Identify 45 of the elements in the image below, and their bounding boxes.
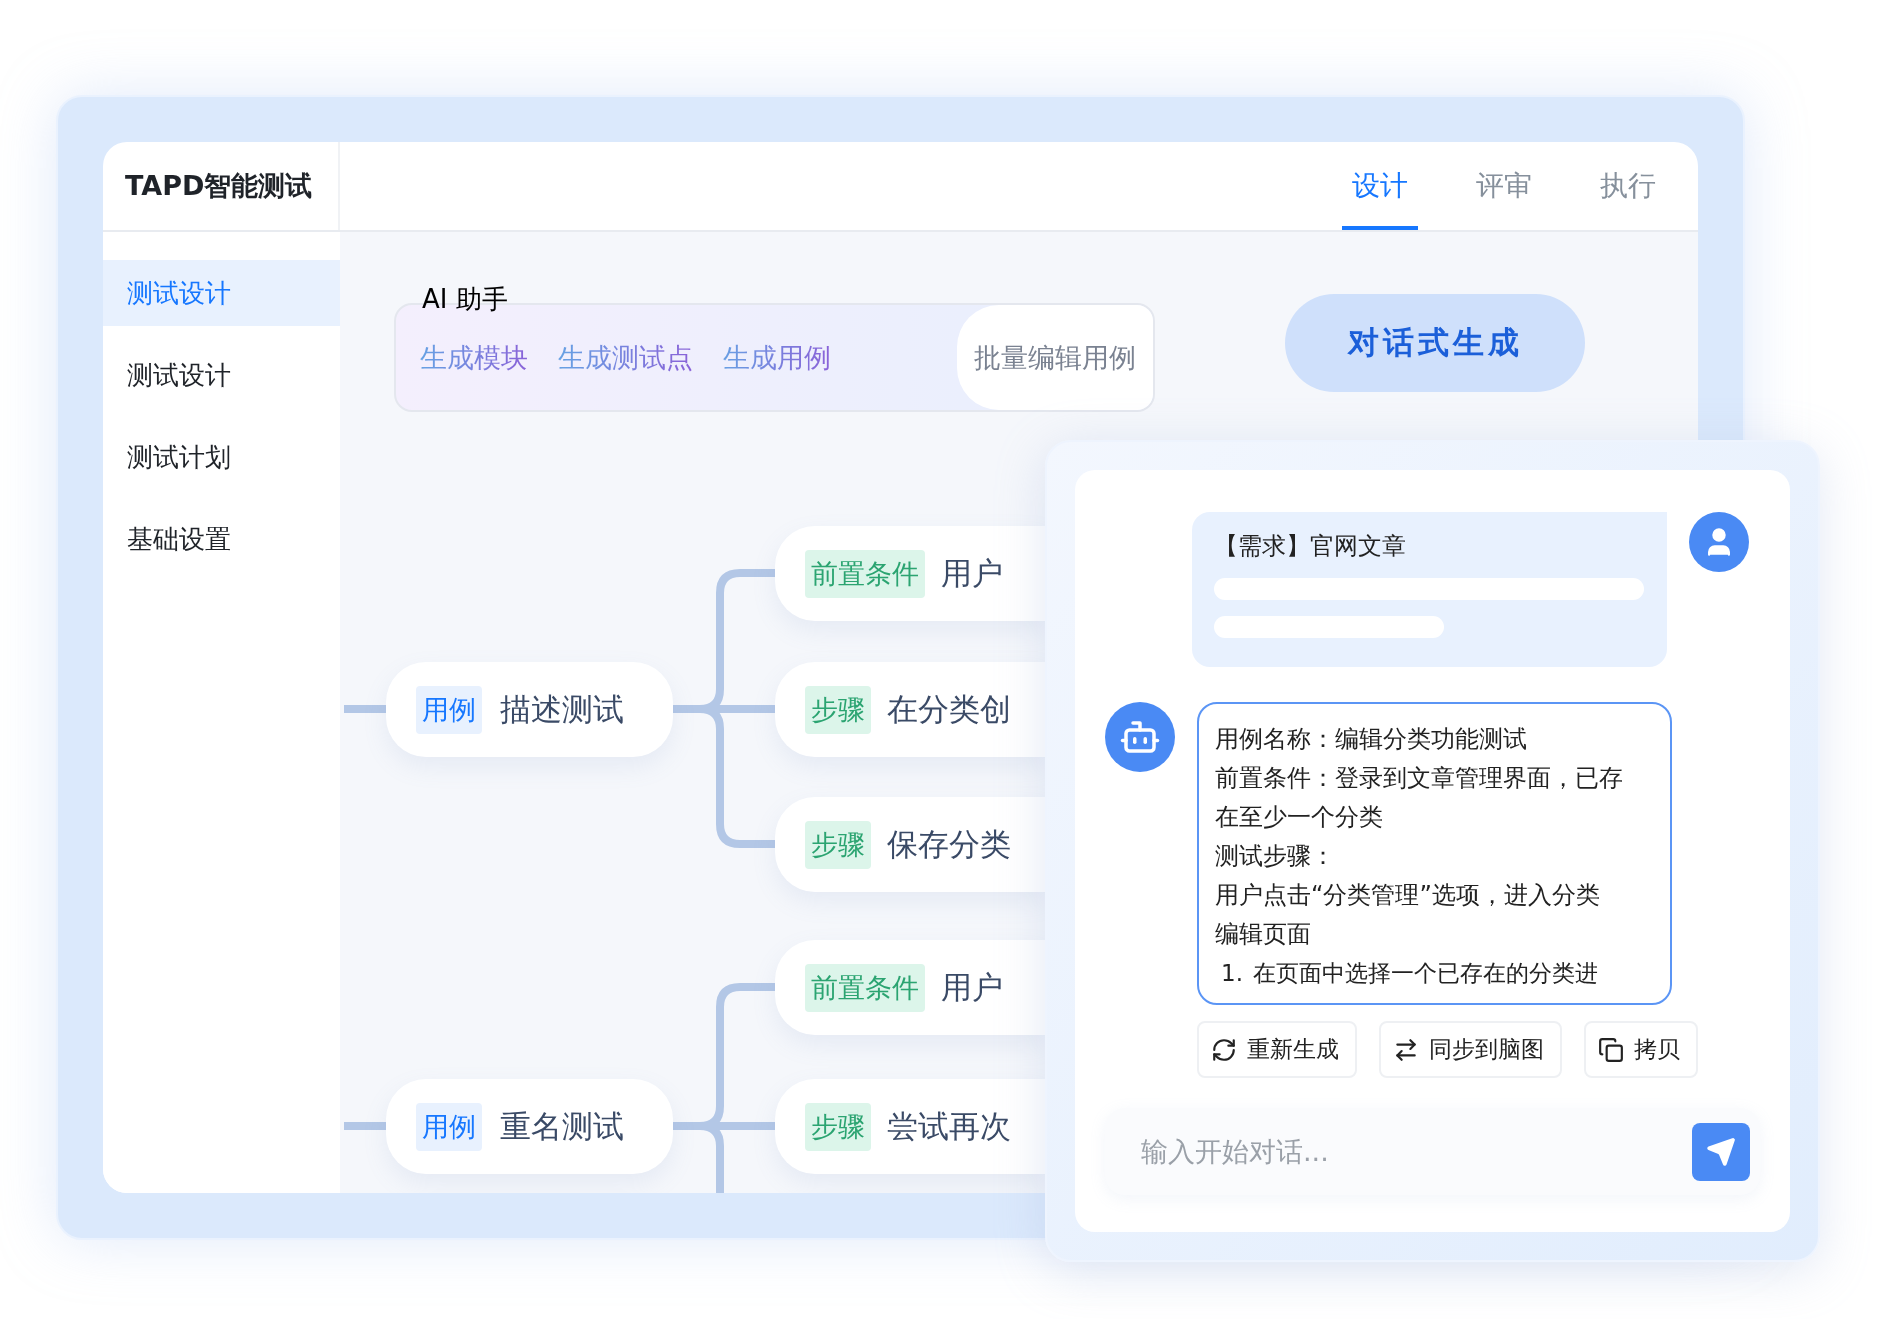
- send-button[interactable]: [1692, 1122, 1750, 1181]
- chat-input-bar[interactable]: 输入开始对话...: [1105, 1108, 1760, 1195]
- message-text: 【需求】官网文章: [1214, 531, 1407, 562]
- case-tag: 用例: [416, 1102, 482, 1151]
- case-title: 描述测试: [500, 689, 624, 729]
- message-action-button[interactable]: 同步到脑图: [1379, 1021, 1562, 1078]
- sidebar-item[interactable]: 基础设置: [103, 506, 340, 572]
- step-tag: 步骤: [805, 820, 871, 869]
- case-node[interactable]: 用例 描述测试: [386, 662, 673, 757]
- step-node[interactable]: 步骤 在分类创: [775, 662, 1047, 757]
- step-tag: 前置条件: [805, 963, 925, 1012]
- step-node[interactable]: 前置条件 用户: [775, 526, 1047, 621]
- step-tag: 步骤: [805, 1102, 871, 1151]
- step-tag: 前置条件: [805, 549, 925, 598]
- sidebar-item[interactable]: 测试计划: [103, 424, 340, 490]
- step-text: 用户: [941, 553, 1003, 593]
- copy-icon: [1598, 1036, 1624, 1063]
- message-line: 测试步骤：: [1215, 841, 1336, 872]
- step-text: 用户: [941, 967, 1003, 1007]
- step-text: 保存分类: [887, 824, 1011, 864]
- step-text: 尝试再次: [887, 1106, 1011, 1146]
- sidebar-item[interactable]: 测试设计: [103, 342, 340, 408]
- swap-arrows-icon: [1393, 1036, 1419, 1063]
- chat-mode-button[interactable]: 对话式生成: [1285, 294, 1585, 392]
- sidebar-item[interactable]: 测试设计: [103, 260, 340, 326]
- step-node[interactable]: 步骤 尝试再次: [775, 1079, 1047, 1174]
- message-line: 用例名称：编辑分类功能测试: [1215, 724, 1528, 755]
- case-title: 重名测试: [500, 1106, 624, 1146]
- user-avatar-icon: [1689, 512, 1749, 572]
- chat-input-field[interactable]: 输入开始对话...: [1139, 1135, 1692, 1168]
- step-text: 在分类创: [887, 689, 1011, 729]
- step-node[interactable]: 前置条件 用户: [775, 940, 1047, 1035]
- app-title: TAPD智能测试: [103, 142, 340, 230]
- refresh-icon: [1211, 1036, 1237, 1063]
- send-icon: [1706, 1136, 1736, 1167]
- message-line: 前置条件：登录到文章管理界面，已存在至少一个分类: [1215, 763, 1623, 833]
- message-action-button[interactable]: 拷贝: [1584, 1021, 1698, 1078]
- case-node[interactable]: 用例 重名测试: [386, 1079, 673, 1174]
- message-line: 用户点击“分类管理”选项，进入分类编辑页面: [1215, 880, 1601, 950]
- case-tag: 用例: [416, 685, 482, 734]
- message-action-button[interactable]: 重新生成: [1197, 1021, 1357, 1078]
- step-node[interactable]: 步骤 保存分类: [775, 797, 1047, 892]
- list-item: 1. 在页面中选择一个已存在的分类进: [1220, 959, 1599, 988]
- step-tag: 步骤: [805, 685, 871, 734]
- batch-edit-button[interactable]: 批量编辑用例: [957, 305, 1153, 410]
